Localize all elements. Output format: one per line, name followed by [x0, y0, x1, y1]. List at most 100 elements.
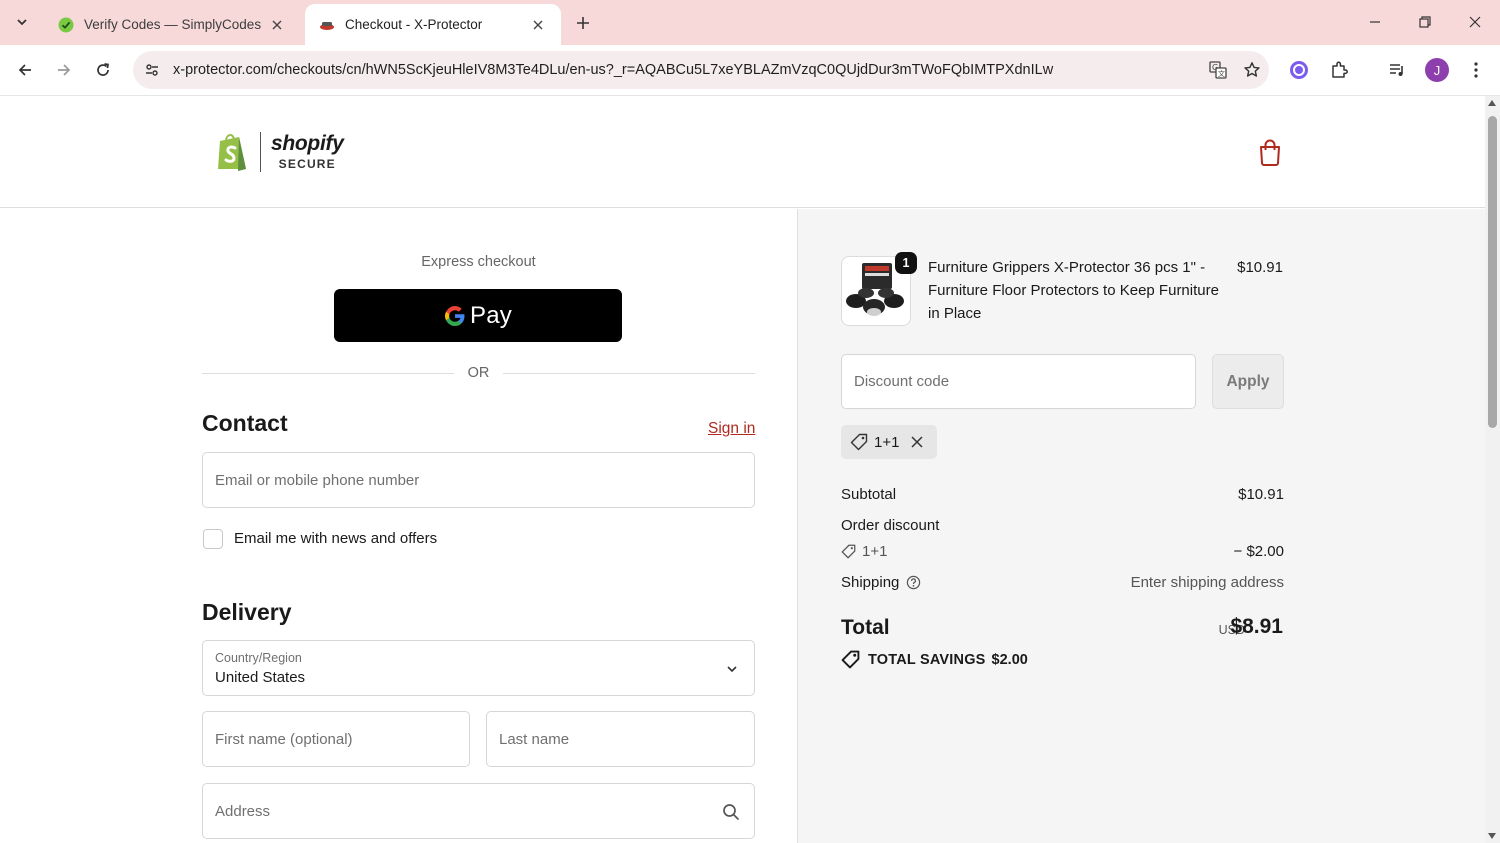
shipping-label: Shipping	[841, 574, 900, 591]
shipping-row: Shipping Enter shipping address	[841, 574, 1284, 591]
shipping-value: Enter shipping address	[1130, 574, 1284, 591]
checkout-form: Express checkout Pay OR Contact Sign in …	[0, 209, 797, 843]
or-label: OR	[467, 365, 490, 381]
translate-icon[interactable]: G文	[1201, 51, 1235, 89]
first-name-field[interactable]: First name (optional)	[202, 711, 470, 767]
restore-icon	[1419, 16, 1431, 28]
bookmark-star-icon[interactable]	[1235, 51, 1269, 89]
shopify-secure-logo[interactable]: shopify SECURE	[216, 132, 344, 172]
product-name: Furniture Grippers X-Protector 36 pcs 1"…	[928, 259, 1219, 322]
puzzle-icon	[1332, 61, 1348, 78]
extension-logo-icon	[1290, 61, 1308, 79]
svg-text:文: 文	[1218, 69, 1225, 78]
express-checkout-label: Express checkout	[421, 254, 536, 270]
discount-code-field[interactable]: Discount code	[841, 354, 1196, 409]
logo-divider	[260, 132, 261, 172]
forward-arrow-icon	[58, 64, 71, 76]
news-offers-checkbox[interactable]	[203, 529, 223, 549]
tab-search-button[interactable]	[8, 8, 36, 36]
quantity-badge: 1	[895, 252, 917, 274]
applied-code: 1+1	[874, 433, 900, 451]
scroll-down-arrow-icon[interactable]	[1488, 833, 1496, 839]
chevron-down-icon	[17, 19, 27, 26]
checkout-page: shopify SECURE Express checkout Pay OR C…	[0, 96, 1485, 843]
kebab-menu-icon	[1474, 62, 1478, 78]
contact-heading: Contact	[202, 410, 288, 436]
close-tab-icon[interactable]	[529, 16, 547, 34]
tab-simplycodes[interactable]: Verify Codes — SimplyCodes	[44, 4, 300, 45]
savings-amount: $2.00	[991, 651, 1028, 668]
subtotal-row: Subtotal $10.91	[841, 486, 1284, 503]
email-field[interactable]: Email or mobile phone number	[202, 452, 755, 508]
tab-checkout[interactable]: Checkout - X-Protector	[305, 4, 561, 45]
address-bar[interactable]: x-protector.com/checkouts/cn/hWN5ScKjeuH…	[133, 51, 1269, 89]
profile-avatar[interactable]: J	[1425, 58, 1449, 82]
scroll-up-arrow-icon[interactable]	[1488, 100, 1496, 106]
google-g-icon	[445, 305, 465, 326]
logo-wordmark: shopify SECURE	[271, 132, 344, 172]
close-tab-icon[interactable]	[268, 16, 286, 34]
tag-icon	[850, 433, 868, 451]
brand-name: shopify	[271, 132, 344, 155]
google-pay-label: Pay	[470, 301, 512, 329]
order-summary: 1 Furniture Grippers X-Protector 36 pcs …	[797, 209, 1485, 843]
country-select[interactable]: Country/Region United States	[202, 640, 755, 696]
restore-button[interactable]	[1410, 8, 1440, 36]
media-controls-button[interactable]	[1383, 56, 1411, 84]
last-name-field[interactable]: Last name	[486, 711, 755, 767]
total-amount: $8.91	[1230, 615, 1283, 638]
address-placeholder: Address	[215, 803, 271, 820]
address-field[interactable]: Address	[202, 783, 755, 839]
page-scrollbar[interactable]	[1485, 96, 1500, 843]
minimize-button[interactable]	[1360, 8, 1390, 36]
country-label: Country/Region	[215, 651, 302, 665]
brand-sub: SECURE	[278, 157, 336, 171]
plus-icon	[577, 17, 589, 29]
new-tab-button[interactable]	[570, 10, 596, 36]
extensions-button[interactable]	[1325, 56, 1353, 84]
remove-discount-icon[interactable]	[911, 436, 923, 448]
applied-discount-chip: 1+1	[841, 425, 937, 459]
search-icon[interactable]	[722, 803, 740, 821]
sign-in-link[interactable]: Sign in	[708, 420, 755, 438]
url-text[interactable]: x-protector.com/checkouts/cn/hWN5ScKjeuH…	[173, 62, 1201, 78]
google-pay-button[interactable]: Pay	[334, 289, 622, 342]
simplycodes-favicon-icon	[58, 17, 74, 32]
cart-bag-icon[interactable]	[1257, 138, 1283, 166]
country-value: United States	[215, 669, 306, 686]
discount-placeholder: Discount code	[854, 373, 950, 390]
tab-strip: Verify Codes — SimplyCodes Checkout - X-…	[0, 0, 1500, 45]
site-info-icon[interactable]	[135, 51, 169, 89]
news-offers-label[interactable]: Email me with news and offers	[234, 530, 437, 547]
reload-icon	[97, 63, 109, 76]
subtotal-value: $10.91	[1238, 486, 1284, 503]
total-label: Total	[841, 616, 890, 639]
chevron-down-icon	[727, 666, 737, 673]
first-name-placeholder: First name (optional)	[215, 731, 353, 748]
back-button[interactable]	[11, 56, 39, 84]
discount-code-row: 1+1 − $2.00	[841, 543, 1284, 563]
subtotal-label: Subtotal	[841, 486, 897, 503]
total-savings: TOTAL SAVINGS $2.00	[841, 650, 1028, 669]
tab-title: Checkout - X-Protector	[345, 17, 483, 32]
browser-menu-button[interactable]	[1462, 56, 1490, 84]
apply-button[interactable]: Apply	[1212, 354, 1284, 409]
x-protector-favicon-icon	[320, 21, 334, 30]
order-discount-label: Order discount	[841, 517, 940, 534]
reload-button[interactable]	[89, 56, 117, 84]
scrollbar-thumb[interactable]	[1488, 116, 1497, 428]
close-icon	[1469, 16, 1481, 28]
savings-label: TOTAL SAVINGS	[868, 651, 986, 668]
tag-icon	[841, 650, 860, 669]
help-circle-icon[interactable]	[906, 575, 921, 590]
close-window-button[interactable]	[1460, 8, 1490, 36]
delivery-heading: Delivery	[202, 599, 292, 625]
last-name-placeholder: Last name	[499, 731, 570, 748]
discount-code: 1+1	[862, 543, 888, 560]
checkout-header: shopify SECURE	[0, 96, 1485, 208]
extension-simplycodes-button[interactable]	[1285, 56, 1313, 84]
or-divider: OR	[202, 364, 755, 382]
email-placeholder: Email or mobile phone number	[215, 472, 420, 489]
forward-button[interactable]	[50, 56, 78, 84]
back-arrow-icon	[18, 64, 31, 76]
